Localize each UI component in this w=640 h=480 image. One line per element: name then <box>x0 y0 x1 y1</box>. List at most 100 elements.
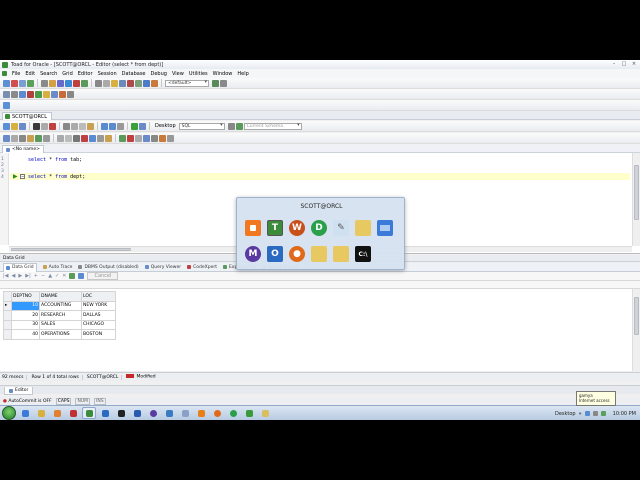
execute-script-icon[interactable] <box>139 122 146 130</box>
describe-icon[interactable] <box>97 134 104 142</box>
session-browser-icon[interactable] <box>41 79 48 87</box>
cell-loc[interactable]: BOSTON <box>81 329 116 340</box>
debug-icon[interactable] <box>159 134 166 142</box>
toad-icon[interactable]: T <box>267 220 283 236</box>
optimize-icon[interactable] <box>143 134 150 142</box>
undo-icon[interactable] <box>101 122 108 130</box>
play-icon[interactable] <box>35 90 42 98</box>
column-header-loc[interactable]: LOC <box>81 291 116 302</box>
table-row[interactable]: 20 RESEARCH DALLAS <box>3 310 116 321</box>
cell-deptno[interactable]: 40 <box>11 329 40 340</box>
prev-record-icon[interactable]: ◀ <box>12 273 16 279</box>
m-app-icon[interactable]: M <box>245 246 261 262</box>
taskbar-m-app[interactable] <box>146 407 160 419</box>
cell-loc[interactable]: NEW YORK <box>81 300 116 311</box>
code-snippet-icon[interactable] <box>105 134 112 142</box>
sql-tracker-icon[interactable] <box>49 79 56 87</box>
taskbar-orange[interactable] <box>194 407 208 419</box>
table-row[interactable]: 40 OPERATIONS BOSTON <box>3 329 116 340</box>
window-icon[interactable] <box>103 79 110 87</box>
volume-tray-icon[interactable] <box>592 411 598 416</box>
disconnect-icon[interactable] <box>11 79 18 87</box>
toolbar-3-icon[interactable] <box>3 101 10 109</box>
export-icon[interactable] <box>143 79 150 87</box>
editor-red-icon[interactable] <box>49 122 56 130</box>
minimize-button[interactable]: – <box>610 61 618 67</box>
cell-deptno[interactable]: 10 <box>11 300 40 311</box>
menu-editor[interactable]: Editor <box>78 71 93 77</box>
tab-auto-trace[interactable]: Auto Trace <box>42 265 72 270</box>
taskbar-g-app[interactable] <box>242 407 256 419</box>
block-icon[interactable] <box>73 134 80 142</box>
refresh-icon[interactable] <box>135 79 142 87</box>
edit-record-icon[interactable]: ▲ <box>48 273 52 279</box>
editor-new-icon[interactable] <box>3 122 10 130</box>
menu-edit[interactable]: Edit <box>25 71 35 77</box>
kill-session-icon[interactable] <box>73 79 80 87</box>
tab-dbms-output[interactable]: DBMS Output (disabled) <box>78 265 139 270</box>
taskbar-media[interactable] <box>50 407 64 419</box>
menu-session[interactable]: Session <box>98 71 117 77</box>
orange-square-icon[interactable] <box>245 220 261 236</box>
folder-icon[interactable] <box>311 246 327 262</box>
tab-data-grid[interactable]: Data Grid <box>3 262 37 272</box>
taskbar-word[interactable] <box>130 407 144 419</box>
menu-utilities[interactable]: Utilities <box>189 71 208 77</box>
open-icon[interactable] <box>43 90 50 98</box>
folder-icon[interactable] <box>333 246 349 262</box>
menu-view[interactable]: View <box>172 71 184 77</box>
taskbar-toad[interactable] <box>82 407 96 419</box>
outlook-icon[interactable]: O <box>267 246 283 262</box>
upper-icon[interactable] <box>57 134 64 142</box>
table-row[interactable]: 30 SALES CHICAGO <box>3 319 116 330</box>
menu-debug[interactable]: Debug <box>151 71 167 77</box>
clock[interactable]: 10:00 PM <box>613 411 636 417</box>
uncomment-icon[interactable] <box>19 134 26 142</box>
menu-database[interactable]: Database <box>122 71 146 77</box>
monitor-icon[interactable] <box>377 220 393 236</box>
commit-icon[interactable] <box>119 134 126 142</box>
desktop-settings-icon[interactable] <box>227 122 235 130</box>
menu-window[interactable]: Window <box>213 71 233 77</box>
schema-icon[interactable] <box>235 122 243 130</box>
d-app-icon[interactable]: D <box>311 220 327 236</box>
rollback-icon[interactable] <box>127 134 134 142</box>
autocommit-status[interactable]: ● AutoCommit is OFF <box>3 399 52 404</box>
grid-refresh-icon[interactable] <box>78 273 85 279</box>
post-record-icon[interactable]: ✓ <box>55 273 59 279</box>
menu-file[interactable]: File <box>12 71 20 77</box>
taskbar-ie[interactable] <box>18 407 32 419</box>
firefox-icon[interactable]: ● <box>289 246 305 262</box>
taskbar-outlook[interactable] <box>98 407 112 419</box>
wordpress-icon[interactable]: W <box>289 220 305 236</box>
column-header-dname[interactable]: DNAME <box>39 291 82 302</box>
paste-icon[interactable] <box>87 122 94 130</box>
explain-icon[interactable] <box>57 79 64 87</box>
editor-black-icon[interactable] <box>33 122 40 130</box>
editor-grid-icon[interactable] <box>41 122 48 130</box>
lower-icon[interactable] <box>65 134 72 142</box>
cell-dname[interactable]: SALES <box>39 319 82 330</box>
execute-icon[interactable] <box>131 122 138 130</box>
trace-icon[interactable] <box>135 134 142 142</box>
check-icon[interactable] <box>81 79 88 87</box>
close-button[interactable]: × <box>630 61 638 67</box>
folder-icon[interactable] <box>355 220 371 236</box>
stop-icon[interactable] <box>127 79 134 87</box>
current-schema-combo[interactable]: Current Schema <box>243 122 302 130</box>
more-icon[interactable] <box>167 134 174 142</box>
editor-save-icon[interactable] <box>19 122 26 130</box>
taskbar-network[interactable] <box>162 407 176 419</box>
cancel-record-icon[interactable]: ✕ <box>62 273 66 279</box>
grid-icon[interactable] <box>19 90 26 98</box>
editor-window-tab[interactable]: Editor <box>4 387 34 395</box>
taskbar-cmd[interactable] <box>114 407 128 419</box>
compile-icon[interactable] <box>151 134 158 142</box>
new-connection-icon[interactable] <box>3 79 10 87</box>
network-tray-icon[interactable] <box>584 411 590 416</box>
editor-scroll-thumb[interactable] <box>634 165 639 220</box>
schema-browser-icon[interactable] <box>19 79 26 87</box>
editor-hscroll-thumb[interactable] <box>11 248 131 251</box>
dock-icon[interactable] <box>11 90 18 98</box>
table-row[interactable]: ▸ 10 ACCOUNTING NEW YORK <box>3 300 116 311</box>
